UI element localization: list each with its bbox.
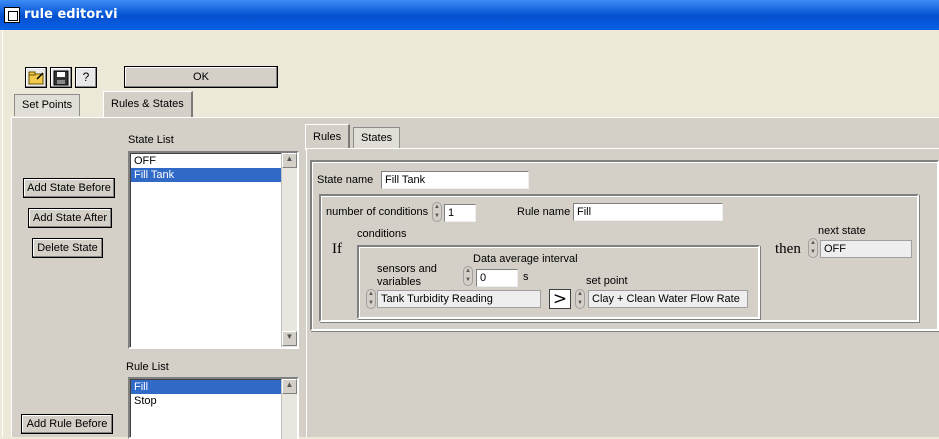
ok-button[interactable]: OK (124, 66, 278, 88)
rule-name-label: Rule name (517, 206, 571, 218)
sensor-field[interactable]: Tank Turbidity Reading (377, 290, 541, 308)
state-list-scrollbar[interactable]: ▲ ▼ (281, 153, 297, 347)
sensors-variables-label: sensors and variables (377, 263, 437, 288)
next-state-field[interactable]: OFF (820, 240, 912, 258)
open-folder-icon (28, 71, 44, 85)
data-average-interval-label: Data average interval (473, 253, 578, 265)
rule-listbox[interactable]: Fill Stop ▲ (128, 377, 299, 439)
add-state-before-button[interactable]: Add State Before (23, 178, 115, 198)
conditions-stepper-icon[interactable] (432, 202, 442, 222)
comparator-greater-than-icon[interactable]: > (549, 289, 571, 309)
help-button[interactable]: ? (75, 67, 97, 88)
then-label: then (775, 241, 801, 257)
state-listbox[interactable]: OFF Fill Tank ▲ ▼ (128, 151, 299, 349)
rule-list-label: Rule List (126, 361, 169, 373)
window-title: rule editor.vi (24, 7, 118, 22)
tab-rules-and-states[interactable]: Rules & States (103, 91, 193, 117)
tab-set-points[interactable]: Set Points (14, 94, 81, 116)
state-name-field[interactable]: Fill Tank (381, 171, 529, 189)
list-item[interactable]: Fill (131, 380, 281, 394)
tab-rules[interactable]: Rules (305, 124, 351, 150)
rule-name-field[interactable]: Fill (573, 203, 723, 221)
list-item[interactable]: OFF (131, 154, 281, 168)
add-rule-before-button[interactable]: Add Rule Before (21, 414, 113, 434)
number-of-conditions-label: number of conditions (326, 206, 429, 218)
sensor-selector-icon[interactable] (366, 289, 376, 309)
scroll-up-icon[interactable]: ▲ (282, 153, 297, 168)
save-disk-icon (53, 70, 69, 86)
data-average-interval-field[interactable]: 0 (476, 269, 518, 287)
tab-states[interactable]: States (353, 127, 401, 149)
rule-list-scrollbar[interactable]: ▲ (281, 379, 297, 439)
next-state-selector-icon[interactable] (808, 238, 818, 258)
set-point-field[interactable]: Clay + Clean Water Flow Rate (588, 290, 748, 308)
help-question-icon: ? (82, 70, 90, 84)
title-bar[interactable]: rule editor.vi (0, 0, 939, 30)
app-icon (4, 7, 20, 23)
number-of-conditions-field[interactable]: 1 (444, 204, 476, 222)
next-state-label: next state (818, 225, 866, 237)
if-label: If (332, 241, 342, 257)
state-list-label: State List (128, 134, 174, 146)
state-name-label: State name (317, 174, 374, 186)
conditions-label: conditions (357, 228, 407, 240)
interval-unit-label: s (523, 271, 529, 283)
scroll-down-icon[interactable]: ▼ (282, 331, 297, 346)
list-item[interactable]: Fill Tank (131, 168, 281, 182)
list-item[interactable]: Stop (131, 394, 281, 408)
save-button[interactable] (50, 67, 72, 88)
interval-stepper-icon[interactable] (463, 266, 473, 286)
scroll-up-icon[interactable]: ▲ (282, 379, 297, 394)
set-point-label: set point (586, 275, 628, 287)
open-button[interactable] (25, 67, 47, 88)
delete-state-button[interactable]: Delete State (32, 238, 103, 258)
add-state-after-button[interactable]: Add State After (28, 208, 112, 228)
set-point-selector-icon[interactable] (575, 289, 585, 309)
